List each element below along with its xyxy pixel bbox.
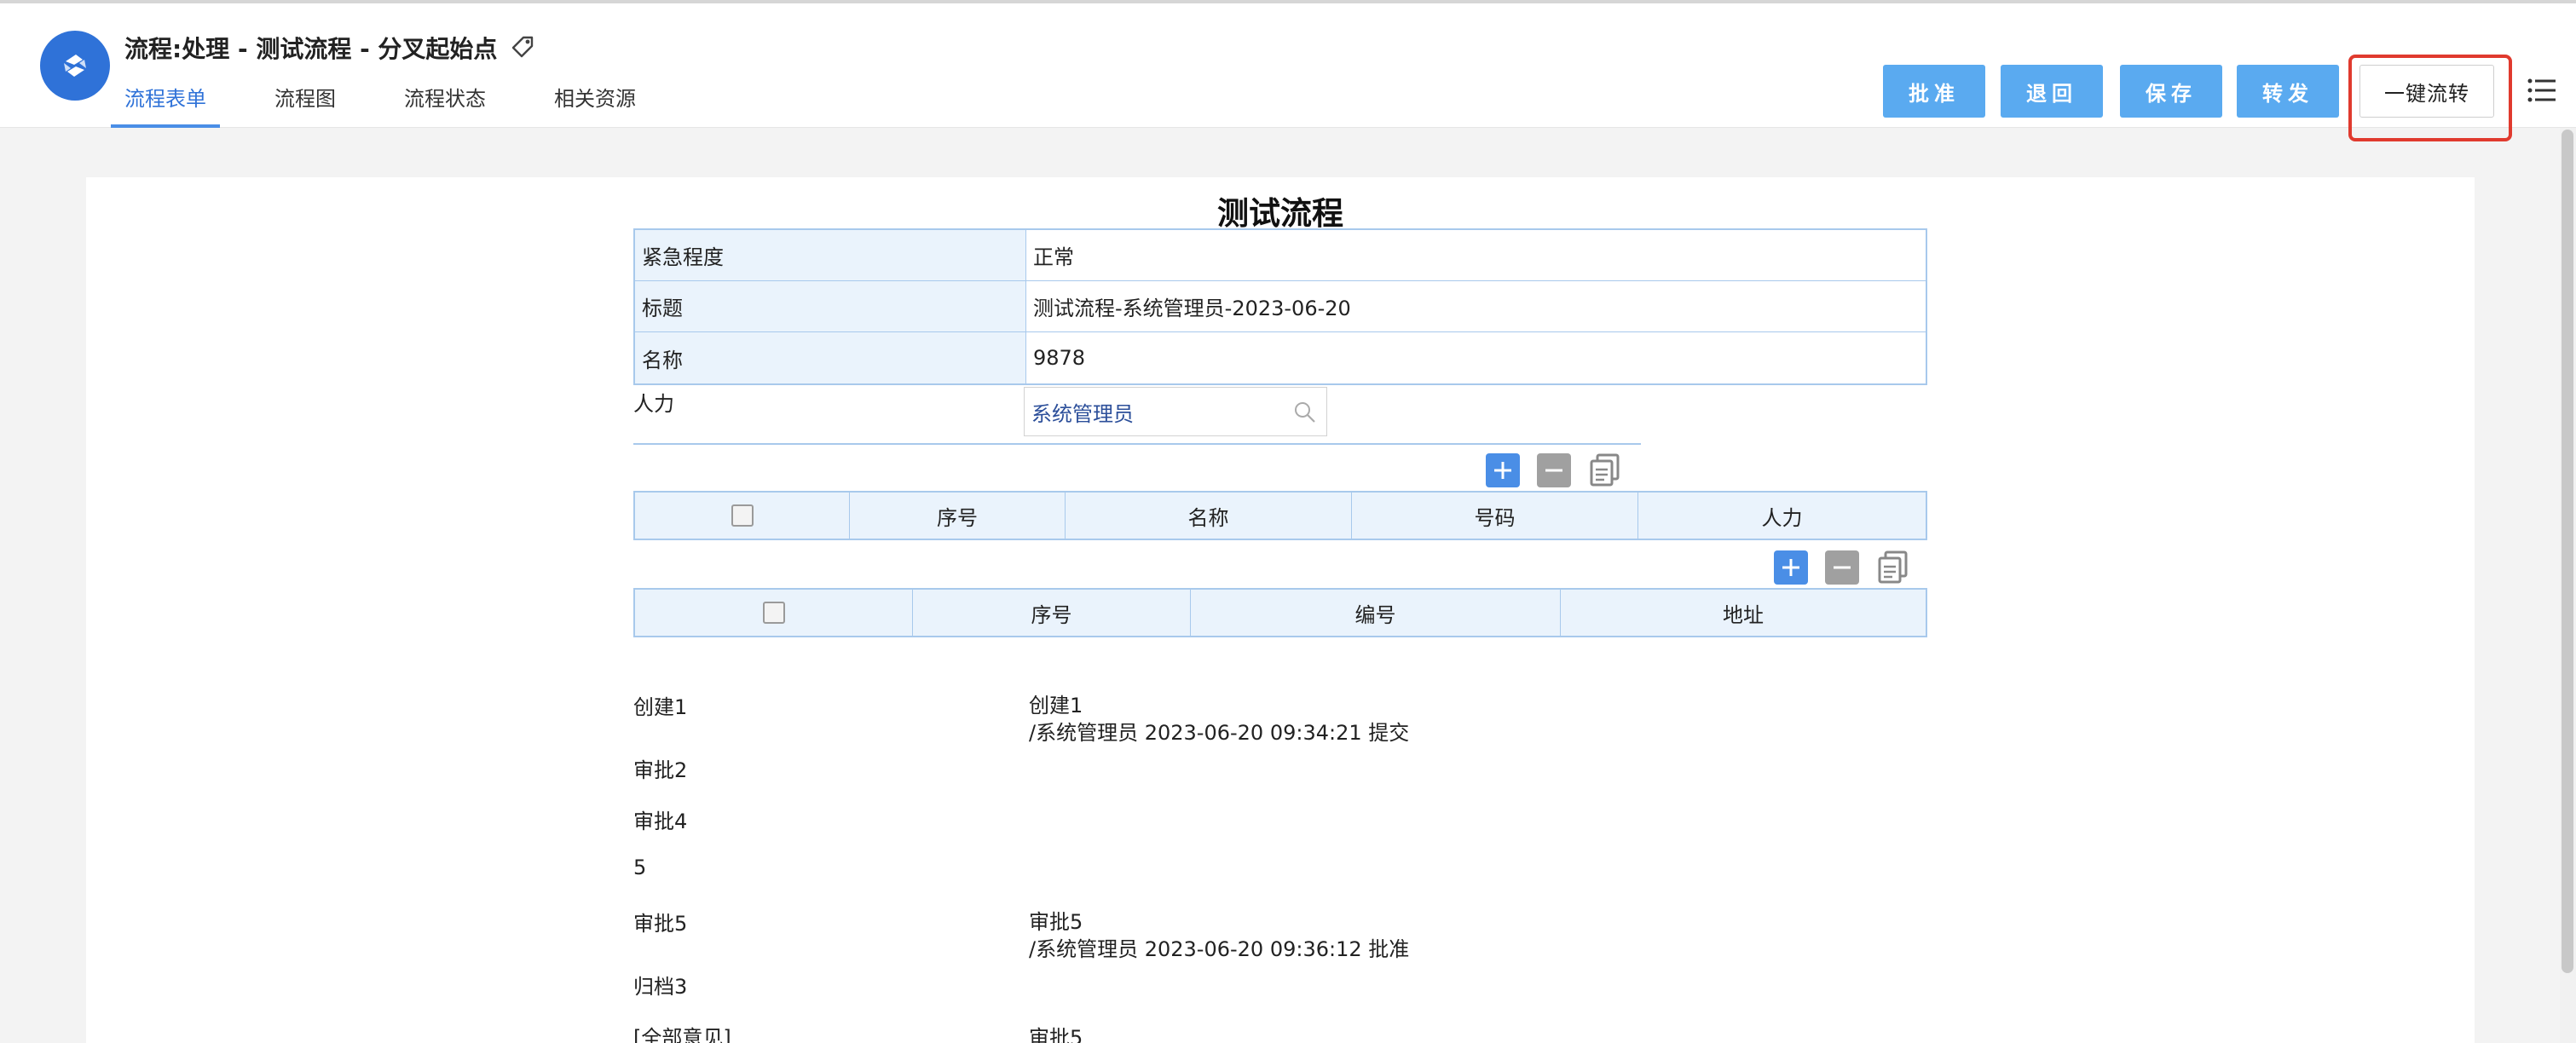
list-menu-icon[interactable] [2527,75,2557,106]
comment-line: /系统管理员 2023-06-20 09:36:12 批准 [1029,937,1410,961]
copy-icon [1590,453,1620,487]
renli-label: 人力 [633,392,674,416]
workflow-node-comment: 审批5 /系统管理员 2023-06-20 09:36:12 批准 [1029,908,1409,963]
field-row-urgency: 紧急程度 正常 [635,230,1926,281]
plus-icon [1494,462,1511,479]
add-row-button[interactable] [1774,550,1808,585]
all-opinions-label: [全部意见] [633,1026,731,1043]
comment-line: 审批5 [1029,1026,1083,1043]
minus-icon [1545,469,1562,472]
tab-status[interactable]: 流程状态 [390,82,500,128]
form-fields-table: 紧急程度 正常 标题 测试流程-系统管理员-2023-06-20 名称 9878 [633,228,1927,385]
tab-flowchart[interactable]: 流程图 [261,82,349,128]
workflow-node-label: 创建1 [633,695,688,719]
tag-icon[interactable] [508,32,537,61]
select-all-checkbox[interactable] [762,602,785,624]
select-all-cell [635,590,913,636]
copy-row-button[interactable] [1876,550,1910,585]
highlight-frame [2348,55,2512,141]
table1-toolbar [1486,453,1622,487]
column-header: 编号 [1191,590,1561,636]
search-icon[interactable] [1292,400,1318,425]
renli-value: 系统管理员 [1031,401,1134,426]
detail-table-1-header: 序号 名称 号码 人力 [633,491,1927,540]
field-value: 正常 [1033,245,1074,269]
copy-icon [1878,550,1908,584]
detail-table-2-header: 序号 编号 地址 [633,588,1927,637]
divider [633,443,1641,445]
scrollbar-thumb[interactable] [2562,130,2573,973]
app-logo [40,31,110,101]
workflow-node-label: 审批5 [633,912,688,936]
forward-button[interactable]: 转发 [2237,65,2339,118]
workflow-node-comment: 审批5 [1029,1024,1083,1043]
workflow-node-label: 5 [633,856,647,879]
minus-icon [1834,566,1851,569]
comment-line: /系统管理员 2023-06-20 09:34:21 提交 [1029,721,1410,745]
comment-line: 创建1 [1029,694,1083,717]
save-button[interactable]: 保存 [2120,65,2222,118]
approve-button[interactable]: 批准 [1883,65,1985,118]
table2-toolbar [1774,550,1910,585]
workflow-node-comment: 创建1 /系统管理员 2023-06-20 09:34:21 提交 [1029,692,1409,746]
field-row-title: 标题 测试流程-系统管理员-2023-06-20 [635,281,1926,332]
field-label: 标题 [635,281,1026,331]
copy-row-button[interactable] [1588,453,1622,487]
column-header: 人力 [1761,505,1803,530]
return-button[interactable]: 退回 [2001,65,2103,118]
column-header: 名称 [1066,493,1352,539]
field-value: 测试流程-系统管理员-2023-06-20 [1033,297,1351,320]
tab-resources[interactable]: 相关资源 [540,82,650,128]
column-header: 地址 [1723,602,1764,627]
field-label: 名称 [635,332,1026,383]
select-all-checkbox[interactable] [731,504,754,527]
workflow-node-label: 审批2 [633,758,688,782]
workflow-node-label: 审批4 [633,810,688,833]
select-all-cell [635,493,850,539]
field-row-name: 名称 9878 [635,332,1926,383]
column-header: 号码 [1352,493,1638,539]
delete-row-button[interactable] [1537,453,1571,487]
workflow-logo-icon [64,55,86,77]
form-panel: 测试流程 紧急程度 正常 标题 测试流程-系统管理员-2023-06-20 名称… [86,177,2475,1043]
form-title: 测试流程 [1217,195,1343,232]
field-label: 紧急程度 [635,230,1026,280]
renli-picker-input[interactable]: 系统管理员 [1024,387,1327,436]
plus-icon [1782,559,1799,576]
page-title: 流程:处理 - 测试流程 - 分叉起始点 [124,35,498,63]
tab-form[interactable]: 流程表单 [111,82,220,128]
column-header: 序号 [850,493,1066,539]
comment-line: 审批5 [1029,910,1083,934]
delete-row-button[interactable] [1825,550,1859,585]
column-header: 序号 [913,590,1191,636]
field-value: 9878 [1033,346,1086,370]
tab-bar: 流程表单 流程图 流程状态 相关资源 [111,82,690,128]
workflow-node-label: 归档3 [633,975,688,999]
app-header: 流程:处理 - 测试流程 - 分叉起始点 流程表单 流程图 流程状态 相关资源 … [0,3,2576,141]
add-row-button[interactable] [1486,453,1520,487]
